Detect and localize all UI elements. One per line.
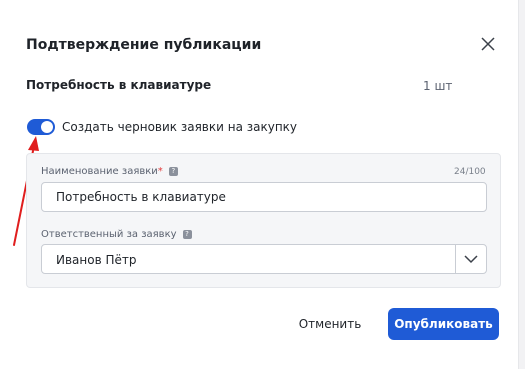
close-icon[interactable] bbox=[479, 35, 497, 53]
cancel-button[interactable]: Отменить bbox=[287, 308, 373, 340]
select-divider bbox=[455, 245, 456, 273]
owner-select[interactable]: Иванов Пётр bbox=[41, 244, 487, 274]
chevron-down-icon[interactable] bbox=[463, 253, 479, 265]
create-draft-label: Создать черновик заявки на закупку bbox=[62, 120, 298, 134]
need-quantity: 1 шт bbox=[423, 79, 453, 93]
dialog-title: Подтверждение публикации bbox=[26, 37, 262, 53]
owner-select-value: Иванов Пётр bbox=[56, 253, 137, 267]
publish-button[interactable]: Опубликовать bbox=[388, 308, 499, 340]
help-icon[interactable]: ? bbox=[168, 166, 178, 176]
help-icon[interactable]: ? bbox=[182, 229, 192, 239]
owner-label: Ответственный за заявку? bbox=[41, 229, 192, 240]
owner-label-text: Ответственный за заявку bbox=[41, 229, 177, 240]
publish-confirmation-dialog: Подтверждение публикации Потребность в к… bbox=[0, 0, 518, 369]
background-strip bbox=[518, 0, 525, 369]
need-name: Потребность в клавиатуре bbox=[26, 78, 212, 92]
required-mark: * bbox=[157, 166, 163, 177]
request-name-label-text: Наименование заявки bbox=[41, 166, 158, 177]
request-name-label: Наименование заявки*? bbox=[41, 166, 178, 177]
char-counter: 24/100 bbox=[454, 167, 486, 177]
request-name-input[interactable] bbox=[41, 182, 487, 212]
